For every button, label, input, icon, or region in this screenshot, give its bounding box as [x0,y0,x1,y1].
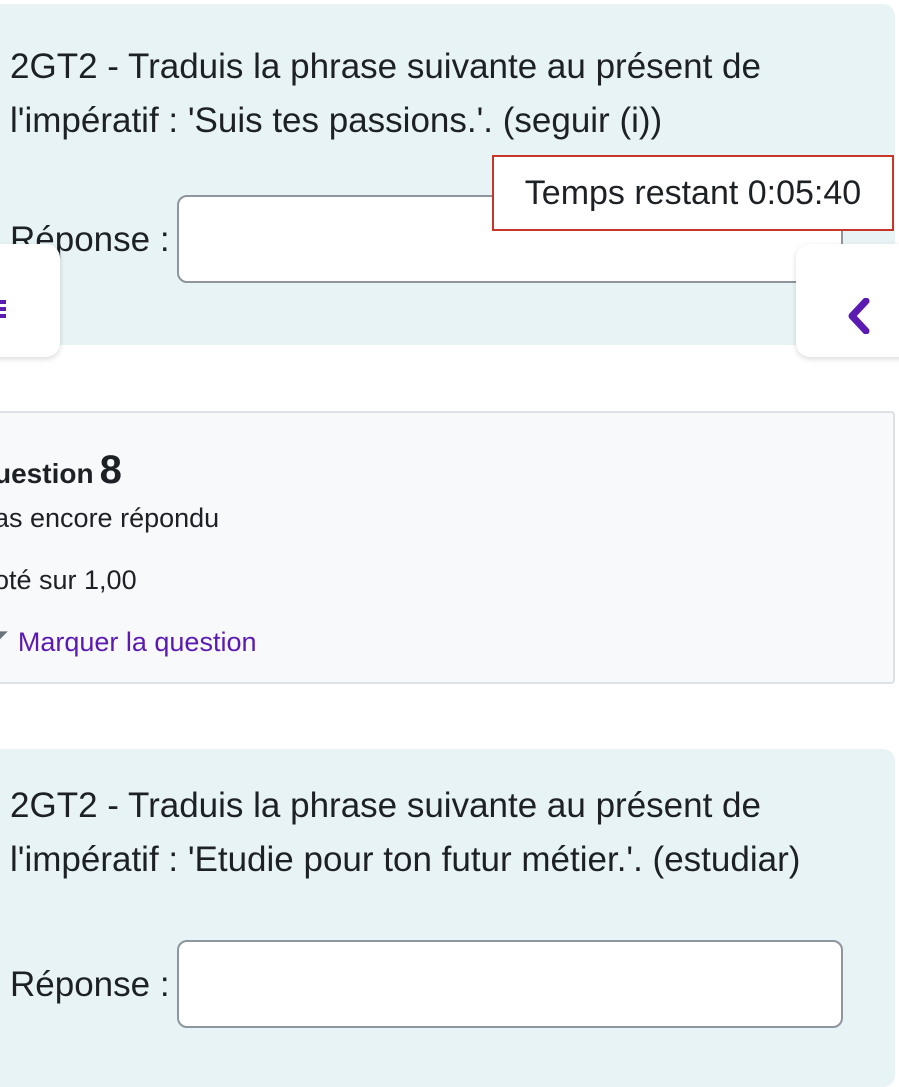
question-8-answer-input[interactable] [177,940,843,1028]
question-7-text: 2GT2 - Traduis la phrase suivante au pré… [10,40,761,148]
question-8-text: 2GT2 - Traduis la phrase suivante au pré… [10,779,800,887]
question-number-label: uestion [0,458,94,489]
question-number: uestion 8 [0,448,122,493]
question-state: as encore répondu [0,503,220,533]
flag-question-link[interactable]: ◤ Marquer la question [0,627,256,658]
question-grade: oté sur 1,00 [0,565,137,595]
course-index-toggle-button[interactable] [0,244,60,357]
quiz-timer: Temps restant 0:05:40 [492,155,894,231]
question-number-value: 8 [99,448,122,492]
chevron-left-icon [848,298,870,334]
question-8-answer-label: Réponse : [10,965,170,1004]
flag-question-label: Marquer la question [17,627,257,657]
question-8-text-line-2: l'impératif : 'Etudie pour ton futur mét… [10,840,801,879]
flag-icon: ◤ [0,627,8,647]
question-7-text-line-2: l'impératif : 'Suis tes passions.'. (seg… [10,101,663,140]
question-8-formulation: 2GT2 - Traduis la phrase suivante au pré… [0,749,895,1087]
hamburger-icon [0,300,6,321]
question-8-info: uestion 8 as encore répondu oté sur 1,00 … [0,411,895,684]
question-8-text-line-1: 2GT2 - Traduis la phrase suivante au pré… [10,786,761,825]
quiz-page: 2GT2 - Traduis la phrase suivante au pré… [0,0,899,1087]
question-7-text-line-1: 2GT2 - Traduis la phrase suivante au pré… [10,47,761,86]
block-drawer-toggle-button[interactable] [796,244,899,357]
